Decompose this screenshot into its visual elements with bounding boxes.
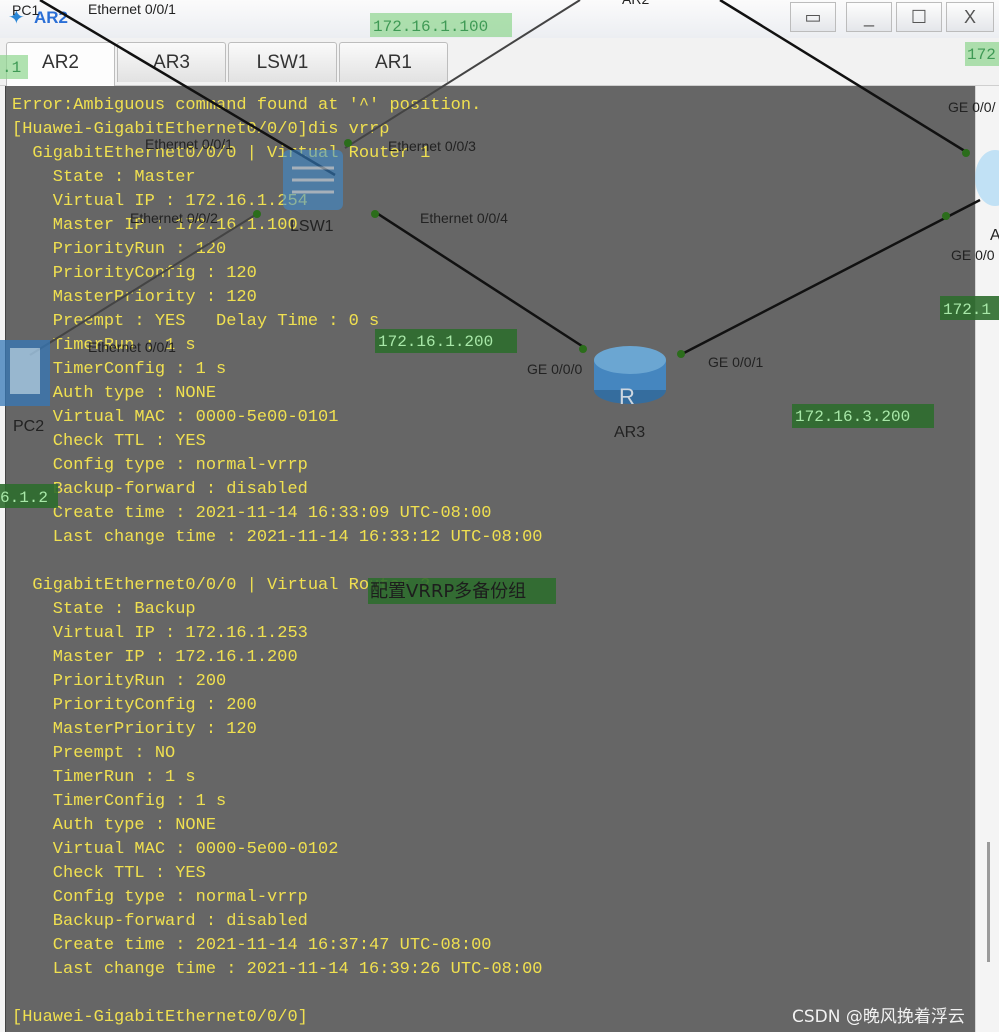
terminal-line: TimerConfig : 1 s xyxy=(12,792,227,811)
terminal-line: MasterPriority : 120 xyxy=(12,720,257,739)
tab-ar3[interactable]: AR3 xyxy=(117,42,226,82)
terminal-line: GigabitEthernet0/0/0 | Virtual Router 2 xyxy=(12,576,431,595)
terminal-line: Create time : 2021-11-14 16:37:47 UTC-08… xyxy=(12,936,492,955)
terminal-line: Auth type : NONE xyxy=(12,816,217,835)
terminal-line: MasterPriority : 120 xyxy=(12,288,257,307)
terminal-line: Master IP : 172.16.1.200 xyxy=(12,648,298,667)
terminal-line: Virtual IP : 172.16.1.253 xyxy=(12,624,308,643)
terminal-line: Auth type : NONE xyxy=(12,384,217,403)
terminal-line: Check TTL : YES xyxy=(12,432,206,451)
terminal-line: State : Backup xyxy=(12,600,196,619)
tab-ar1[interactable]: AR1 xyxy=(339,42,448,82)
terminal-line: [Huawei-GigabitEthernet0/0/0]dis vrrp xyxy=(12,120,390,139)
terminal-line: GigabitEthernet0/0/0 | Virtual Router 1 xyxy=(12,144,431,163)
terminal-line: PriorityRun : 200 xyxy=(12,672,227,691)
terminal-line: Create time : 2021-11-14 16:33:09 UTC-08… xyxy=(12,504,492,523)
restore-button[interactable]: ▭ xyxy=(790,2,836,32)
terminal-line: PriorityConfig : 200 xyxy=(12,696,257,715)
terminal-output: Error:Ambiguous command found at '^' pos… xyxy=(12,94,543,1030)
terminal-line: TimerRun : 1 s xyxy=(12,768,196,787)
terminal-line: Virtual IP : 172.16.1.254 xyxy=(12,192,308,211)
terminal-line: TimerRun : 1 s xyxy=(12,336,196,355)
terminal-line: Master IP : 172.16.1.100 xyxy=(12,216,298,235)
tab-bar: AR2 AR3 LSW1 AR1 xyxy=(0,38,999,86)
terminal-line: Virtual MAC : 0000-5e00-0101 xyxy=(12,408,339,427)
close-button[interactable]: X xyxy=(946,2,994,32)
terminal-line: Virtual MAC : 0000-5e00-0102 xyxy=(12,840,339,859)
terminal-line: TimerConfig : 1 s xyxy=(12,360,227,379)
terminal-line: Last change time : 2021-11-14 16:33:12 U… xyxy=(12,528,543,547)
tab-lsw1[interactable]: LSW1 xyxy=(228,42,337,82)
terminal-line: Backup-forward : disabled xyxy=(12,480,308,499)
tab-ar2[interactable]: AR2 xyxy=(6,42,115,86)
terminal-line: PriorityRun : 120 xyxy=(12,240,227,259)
terminal-line: PriorityConfig : 120 xyxy=(12,264,257,283)
maximize-button[interactable]: ☐ xyxy=(896,2,942,32)
terminal-line: Check TTL : YES xyxy=(12,864,206,883)
terminal-line: State : Master xyxy=(12,168,196,187)
terminal-line: Error:Ambiguous command found at '^' pos… xyxy=(12,96,482,115)
minimize-button[interactable]: _ xyxy=(846,2,892,32)
terminal-line: Config type : normal-vrrp xyxy=(12,888,308,907)
csdn-watermark: CSDN @晚风挽着浮云 xyxy=(792,1007,965,1027)
app-icon: ✦ xyxy=(8,7,25,29)
console-terminal[interactable]: Error:Ambiguous command found at '^' pos… xyxy=(5,86,975,1032)
terminal-line: [Huawei-GigabitEthernet0/0/0] xyxy=(12,1008,308,1027)
terminal-line: Backup-forward : disabled xyxy=(12,912,308,931)
terminal-line: Preempt : NO xyxy=(12,744,176,763)
terminal-line: Preempt : YES Delay Time : 0 s xyxy=(12,312,380,331)
window-titlebar: ✦ AR2 ▭ _ ☐ X xyxy=(0,0,999,38)
terminal-line: Last change time : 2021-11-14 16:39:26 U… xyxy=(12,960,543,979)
terminal-scrollbar[interactable] xyxy=(975,86,999,1032)
window-title: AR2 xyxy=(34,8,69,27)
scrollbar-thumb[interactable] xyxy=(987,842,990,962)
terminal-line: Config type : normal-vrrp xyxy=(12,456,308,475)
